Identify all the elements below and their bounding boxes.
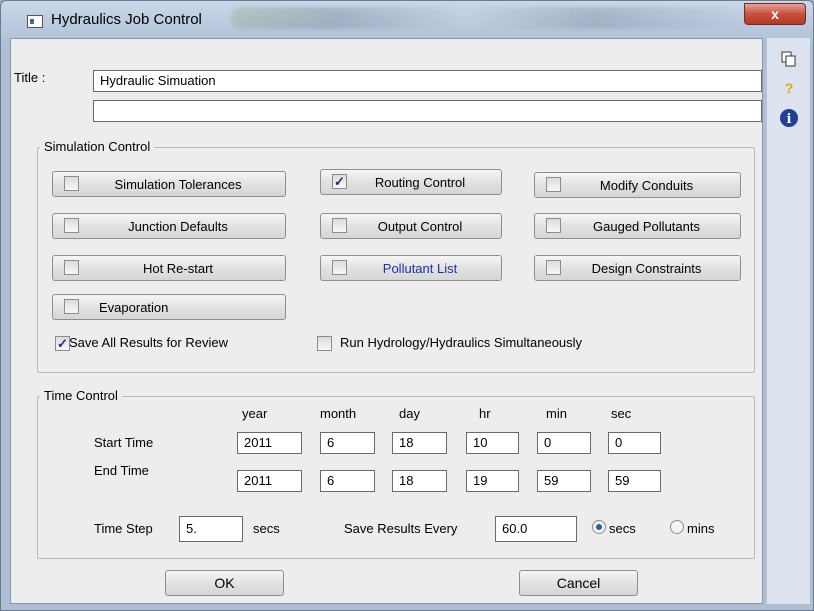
modify-conduits-button[interactable]: Modify Conduits (534, 172, 741, 198)
window-title: Hydraulics Job Control (51, 11, 202, 28)
junction-defaults-button[interactable]: Junction Defaults (52, 213, 286, 239)
secs-radio[interactable] (592, 520, 606, 534)
hot-restart-label: Hot Re-start (142, 261, 214, 276)
time-control-label: Time Control (40, 388, 122, 403)
copy-icon[interactable] (779, 50, 799, 70)
simulation-tolerances-button[interactable]: Simulation Tolerances (52, 171, 286, 197)
title-line-1-input[interactable]: Hydraulic Simuation (93, 70, 762, 92)
evaporation-label: Evaporation (99, 300, 169, 315)
ok-button[interactable]: OK (165, 570, 284, 596)
info-icon-glyph: i (787, 112, 792, 127)
end-sec-input[interactable]: 59 (608, 470, 661, 492)
save-results-every-label: Save Results Every (344, 521, 458, 536)
simulation-tolerances-label: Simulation Tolerances (114, 177, 242, 192)
side-toolbar: ? i (766, 38, 810, 604)
output-control-button[interactable]: Output Control (320, 213, 502, 239)
column-month: month (320, 406, 357, 421)
end-min-input[interactable]: 59 (537, 470, 591, 492)
secs-radio-label: secs (609, 521, 636, 536)
window-icon (27, 15, 43, 28)
gauged-pollutants-button[interactable]: Gauged Pollutants (534, 213, 741, 239)
title-label: Title : (14, 70, 46, 85)
routing-control-label: Routing Control (374, 175, 466, 190)
close-button[interactable]: x (744, 3, 806, 25)
column-min: min (546, 406, 567, 421)
dialog-window: Hydraulics Job Control x ? i Title : Hyd… (0, 0, 814, 611)
design-constraints-label: Design Constraints (591, 261, 702, 276)
end-day-input[interactable]: 18 (392, 470, 447, 492)
evaporation-button[interactable]: Evaporation (52, 294, 286, 320)
mins-radio-label: mins (687, 521, 715, 536)
simulation-control-label: Simulation Control (40, 139, 155, 154)
time-step-unit: secs (253, 521, 280, 536)
run-simultaneously-checkbox[interactable] (317, 336, 332, 351)
output-control-label: Output Control (377, 219, 463, 234)
time-step-input[interactable]: 5. (179, 516, 243, 542)
end-month-input[interactable]: 6 (320, 470, 375, 492)
modify-conduits-label: Modify Conduits (599, 178, 694, 193)
column-day: day (399, 406, 420, 421)
mins-radio[interactable] (670, 520, 684, 534)
end-year-input[interactable]: 2011 (237, 470, 302, 492)
info-icon[interactable]: i (779, 108, 799, 128)
end-hr-input[interactable]: 19 (466, 470, 519, 492)
column-hr: hr (479, 406, 491, 421)
run-simultaneously-label: Run Hydrology/Hydraulics Simultaneously (340, 335, 583, 350)
cancel-button[interactable]: Cancel (519, 570, 638, 596)
start-min-input[interactable]: 0 (537, 432, 591, 454)
title-bar-background (231, 7, 751, 29)
design-constraints-button[interactable]: Design Constraints (534, 255, 741, 281)
junction-defaults-label: Junction Defaults (128, 219, 228, 234)
save-all-results-label: Save All Results for Review (69, 335, 228, 350)
gauged-pollutants-label: Gauged Pollutants (593, 219, 700, 234)
title-line-2-input[interactable] (93, 100, 762, 122)
pollutant-list-label: Pollutant List (382, 261, 458, 276)
end-time-label: End Time (94, 463, 149, 478)
hot-restart-button[interactable]: Hot Re-start (52, 255, 286, 281)
column-sec: sec (611, 406, 632, 421)
time-step-label: Time Step (94, 521, 153, 536)
start-time-label: Start Time (94, 435, 154, 450)
start-month-input[interactable]: 6 (320, 432, 375, 454)
start-day-input[interactable]: 18 (392, 432, 447, 454)
start-sec-input[interactable]: 0 (608, 432, 661, 454)
save-results-every-input[interactable]: 60.0 (495, 516, 577, 542)
save-all-results-checkbox[interactable]: ✓ (55, 336, 70, 351)
pollutant-list-button[interactable]: Pollutant List (320, 255, 502, 281)
start-hr-input[interactable]: 10 (466, 432, 519, 454)
dialog-client: Title : Hydraulic Simuation Simulation C… (10, 38, 763, 604)
routing-control-button[interactable]: ✓ Routing Control (320, 169, 502, 195)
title-bar[interactable]: Hydraulics Job Control x (1, 1, 813, 35)
start-year-input[interactable]: 2011 (237, 432, 302, 454)
column-year: year (242, 406, 268, 421)
help-icon[interactable]: ? (779, 80, 799, 100)
